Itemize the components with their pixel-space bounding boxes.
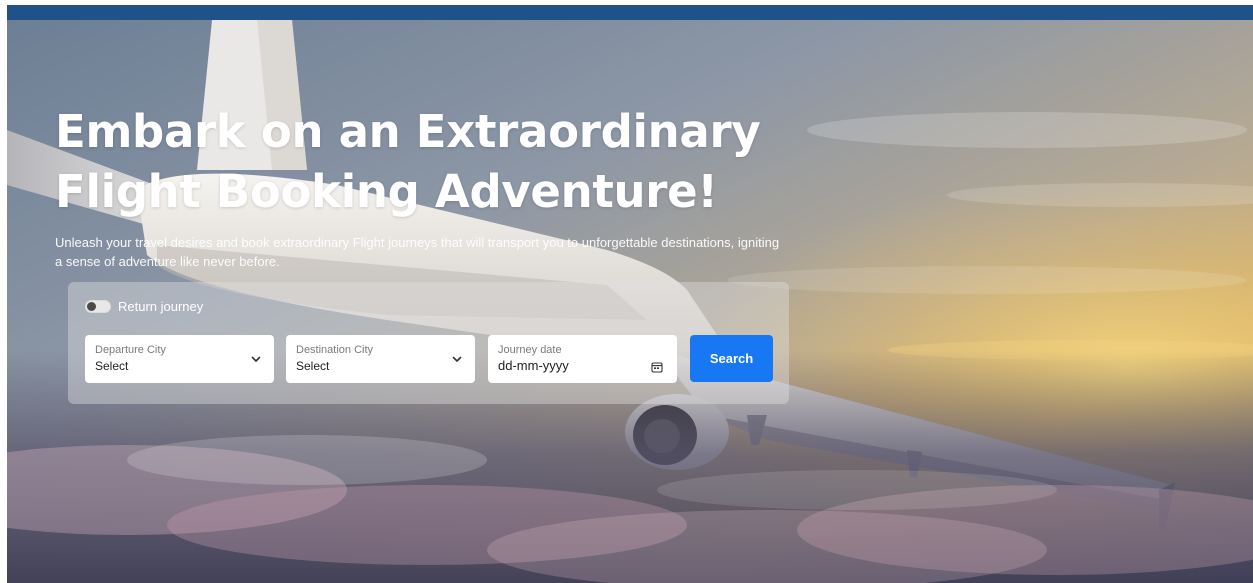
hero-title-line-1: Embark on an Extraordinary xyxy=(55,105,761,158)
calendar-icon[interactable] xyxy=(651,361,663,373)
return-journey-toggle[interactable] xyxy=(85,299,111,313)
return-journey-toggle-row[interactable]: Return journey xyxy=(85,297,203,315)
hero-subtitle-line-1: Unleash your travel desires and book ext… xyxy=(55,235,780,250)
hero-title-line-2: Flight Booking Adventure! xyxy=(55,165,718,218)
destination-city-label: Destination City xyxy=(296,344,374,356)
top-navigation-bar xyxy=(7,5,1253,20)
hero-title: Embark on an Extraordinary Flight Bookin… xyxy=(55,102,815,222)
toggle-knob xyxy=(87,301,96,311)
destination-city-value: Select xyxy=(296,359,330,373)
search-button[interactable]: Search xyxy=(690,335,773,382)
destination-city-select[interactable]: Destination City Select xyxy=(286,335,475,383)
chevron-down-icon xyxy=(251,356,261,362)
flight-search-panel: Return journey Departure City Select Des… xyxy=(68,282,789,404)
departure-city-value: Select xyxy=(95,359,129,373)
hero-subtitle: Unleash your travel desires and book ext… xyxy=(55,233,815,271)
departure-city-label: Departure City xyxy=(95,344,166,356)
return-journey-label: Return journey xyxy=(118,298,204,314)
page-frame: Embark on an Extraordinary Flight Bookin… xyxy=(7,5,1253,583)
chevron-down-icon xyxy=(452,356,462,362)
hero-content: Embark on an Extraordinary Flight Bookin… xyxy=(7,20,1253,583)
departure-city-select[interactable]: Departure City Select xyxy=(85,335,274,383)
journey-date-label: Journey date xyxy=(498,344,562,356)
hero-section: Embark on an Extraordinary Flight Bookin… xyxy=(7,20,1253,583)
journey-date-field[interactable]: Journey date dd-mm-yyyy xyxy=(488,335,677,383)
journey-date-value: dd-mm-yyyy xyxy=(498,358,569,373)
hero-subtitle-line-2: a sense of adventure like never before. xyxy=(55,254,280,269)
